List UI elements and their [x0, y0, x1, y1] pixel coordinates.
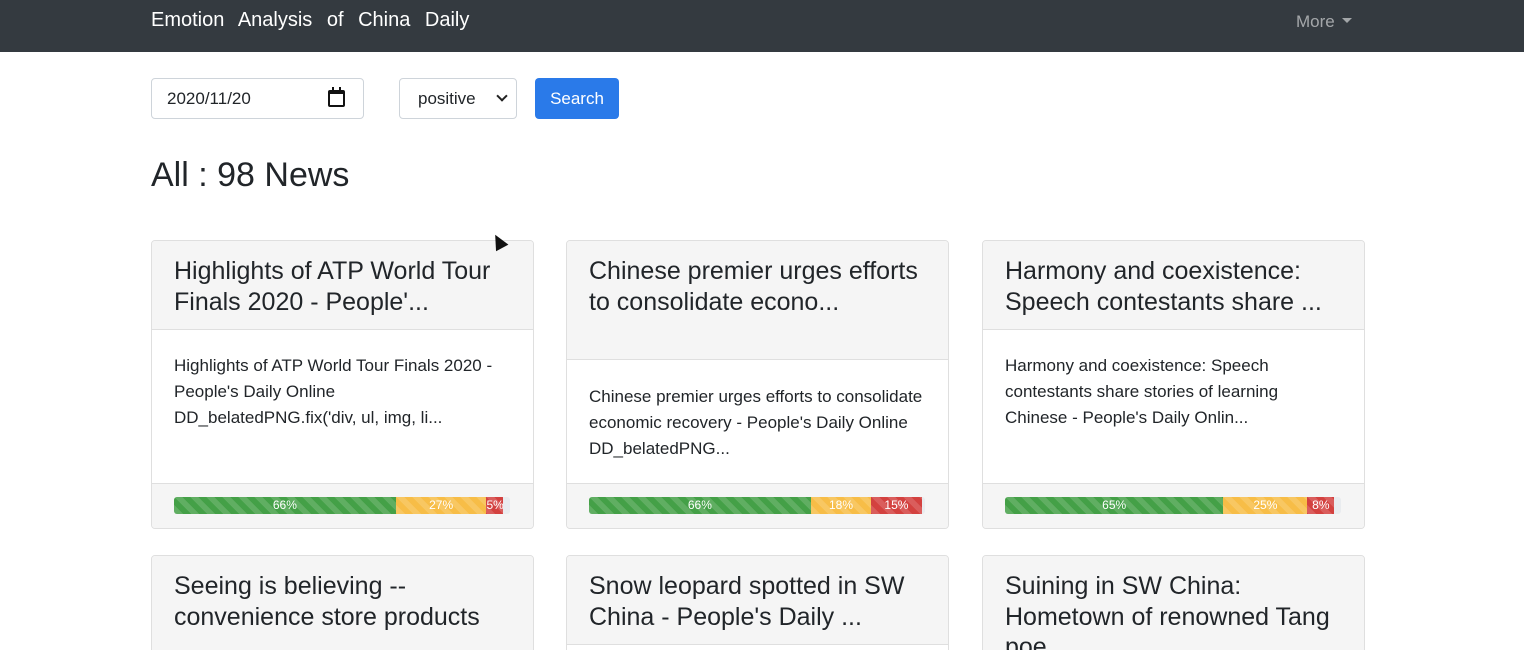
- card-title[interactable]: Seeing is believing -- convenience store…: [174, 571, 519, 632]
- more-dropdown[interactable]: More: [1296, 12, 1352, 32]
- neutral-segment: 25%: [1223, 497, 1308, 514]
- card-body: Harmony and coexistence: Speech contesta…: [1005, 356, 1279, 428]
- sentiment-progress-bar: 66% 27% 5%: [174, 497, 510, 514]
- news-card[interactable]: Seeing is believing -- convenience store…: [151, 555, 534, 650]
- card-title[interactable]: Harmony and coexistence: Speech contesta…: [1005, 256, 1350, 317]
- card-header: Suining in SW China: Hometown of renowne…: [983, 556, 1364, 650]
- card-title[interactable]: Suining in SW China: Hometown of renowne…: [1005, 571, 1350, 650]
- card-body: Chinese premier urges efforts to consoli…: [589, 387, 923, 459]
- card-header: Seeing is believing -- convenience store…: [152, 556, 533, 650]
- positive-segment: 66%: [174, 497, 396, 514]
- date-input[interactable]: 2020/11/20: [151, 78, 364, 119]
- news-card[interactable]: Suining in SW China: Hometown of renowne…: [982, 555, 1365, 650]
- news-card[interactable]: Chinese premier urges efforts to consoli…: [566, 240, 949, 529]
- sentiment-selected-value: positive: [418, 89, 476, 108]
- card-title[interactable]: Chinese premier urges efforts to consoli…: [589, 256, 934, 317]
- more-label: More: [1296, 12, 1335, 31]
- sentiment-select[interactable]: positive: [399, 78, 517, 119]
- card-header: Highlights of ATP World Tour Finals 2020…: [152, 241, 533, 330]
- neutral-segment: 18%: [810, 497, 872, 514]
- sentiment-progress-bar: 66% 18% 15%: [589, 497, 925, 514]
- card-footer: 66% 18% 15%: [567, 483, 948, 528]
- positive-segment: 65%: [1005, 497, 1224, 514]
- navbar-brand[interactable]: Emotion Analysis of China Daily: [151, 9, 469, 32]
- news-card[interactable]: Harmony and coexistence: Speech contesta…: [982, 240, 1365, 529]
- card-title[interactable]: Highlights of ATP World Tour Finals 2020…: [174, 256, 519, 317]
- news-card[interactable]: Snow leopard spotted in SW China - Peopl…: [566, 555, 949, 650]
- card-header: Harmony and coexistence: Speech contesta…: [983, 241, 1364, 330]
- navbar: Emotion Analysis of China Daily More: [0, 0, 1524, 52]
- sentiment-progress-bar: 65% 25% 8%: [1005, 497, 1341, 514]
- negative-segment: 8%: [1307, 497, 1335, 514]
- negative-segment: 15%: [871, 497, 922, 514]
- date-value: 2020/11/20: [167, 89, 251, 108]
- card-header: Snow leopard spotted in SW China - Peopl…: [567, 556, 948, 645]
- card-footer: 66% 27% 5%: [152, 483, 533, 528]
- calendar-icon[interactable]: [328, 87, 345, 107]
- chevron-down-icon: [496, 90, 508, 102]
- news-card[interactable]: Highlights of ATP World Tour Finals 2020…: [151, 240, 534, 529]
- search-button[interactable]: Search: [535, 78, 619, 119]
- neutral-segment: 27%: [395, 497, 487, 514]
- page-title: All : 98 News: [151, 156, 350, 194]
- caret-down-icon: [1341, 18, 1352, 24]
- negative-segment: 5%: [486, 497, 504, 514]
- card-header: Chinese premier urges efforts to consoli…: [567, 241, 948, 360]
- positive-segment: 66%: [589, 497, 811, 514]
- card-title[interactable]: Snow leopard spotted in SW China - Peopl…: [589, 571, 934, 632]
- card-body: Highlights of ATP World Tour Finals 2020…: [174, 356, 493, 428]
- card-footer: 65% 25% 8%: [983, 483, 1364, 528]
